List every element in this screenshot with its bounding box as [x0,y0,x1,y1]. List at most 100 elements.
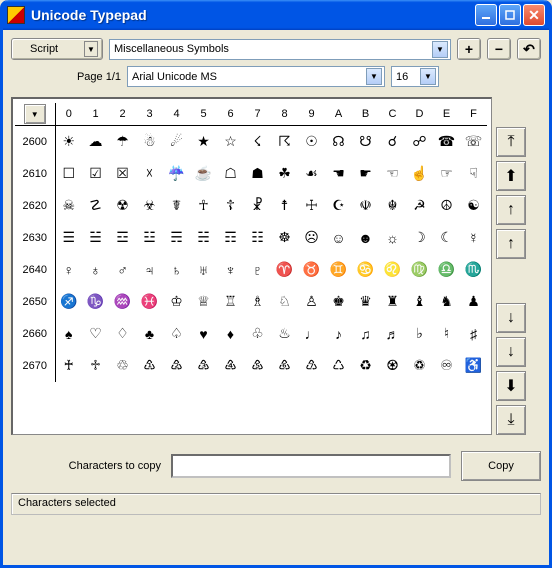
char-cell[interactable]: ♕ [190,286,217,318]
char-cell[interactable]: ♻ [352,350,379,382]
char-cell[interactable]: ♊ [325,254,352,286]
char-cell[interactable]: ☎ [433,126,460,158]
zoom-out-button[interactable]: − [487,38,511,60]
char-cell[interactable]: ☉ [298,126,325,158]
char-cell[interactable]: ☠ [55,190,82,222]
char-cell[interactable]: ♸ [271,350,298,382]
char-cell[interactable]: ★ [190,126,217,158]
char-cell[interactable]: ☤ [163,190,190,222]
char-cell[interactable]: ☀ [55,126,82,158]
char-cell[interactable]: ♦ [217,318,244,350]
char-cell[interactable]: ♯ [460,318,487,350]
char-cell[interactable]: ♰ [55,350,82,382]
nav-block-up[interactable]: ⬆ [496,161,526,191]
char-cell[interactable]: ♍ [406,254,433,286]
char-cell[interactable]: ☰ [55,222,82,254]
char-cell[interactable]: ♖ [217,286,244,318]
maximize-button[interactable] [499,4,521,26]
char-cell[interactable]: ☜ [379,158,406,190]
char-cell[interactable]: ☳ [136,222,163,254]
char-cell[interactable]: ♄ [163,254,190,286]
char-cell[interactable]: ♓ [136,286,163,318]
char-cell[interactable]: ♜ [379,286,406,318]
char-cell[interactable]: ♽ [406,350,433,382]
fontsize-combo[interactable]: 16 ▼ [391,66,439,87]
char-cell[interactable]: ♟ [460,286,487,318]
char-cell[interactable]: ♘ [271,286,298,318]
char-cell[interactable]: ♑ [82,286,109,318]
char-cell[interactable]: ♳ [136,350,163,382]
char-cell[interactable]: ♉ [298,254,325,286]
font-combo[interactable]: Arial Unicode MS ▼ [127,66,385,87]
char-cell[interactable]: ♞ [433,286,460,318]
char-cell[interactable]: ♙ [298,286,325,318]
char-cell[interactable]: ♂ [109,254,136,286]
char-cell[interactable]: ☈ [271,126,298,158]
char-cell[interactable]: ☆ [217,126,244,158]
char-cell[interactable]: ☧ [244,190,271,222]
char-cell[interactable]: ☥ [190,190,217,222]
char-cell[interactable]: ♈ [271,254,298,286]
char-cell[interactable]: ♀ [55,254,82,286]
char-cell[interactable]: ♾ [433,350,460,382]
char-cell[interactable]: ☿ [460,222,487,254]
char-cell[interactable]: ☶ [217,222,244,254]
char-cell[interactable]: ♲ [109,350,136,382]
nav-page-top[interactable]: ⤒ [496,127,526,157]
char-cell[interactable]: ☝ [406,158,433,190]
char-cell[interactable]: ☷ [244,222,271,254]
script-dropdown[interactable]: Script ▼ [11,38,103,60]
char-cell[interactable]: ♎ [433,254,460,286]
char-cell[interactable]: ♌ [379,254,406,286]
char-cell[interactable]: ☂ [109,126,136,158]
minimize-button[interactable] [475,4,497,26]
nav-line-down-2[interactable]: ↓ [496,337,526,367]
char-cell[interactable]: ☄ [163,126,190,158]
char-cell[interactable]: ♆ [217,254,244,286]
nav-page-bottom[interactable]: ⤓ [496,405,526,435]
char-cell[interactable]: ☕ [190,158,217,190]
char-cell[interactable]: ♪ [325,318,352,350]
nav-block-down[interactable]: ⬇ [496,371,526,401]
char-cell[interactable]: ☺ [325,222,352,254]
char-cell[interactable]: ☼ [379,222,406,254]
copy-button[interactable]: Copy [461,451,541,481]
char-cell[interactable]: ☹ [298,222,325,254]
char-cell[interactable]: ♧ [244,318,271,350]
char-cell[interactable]: ☗ [244,158,271,190]
char-cell[interactable]: ☓ [136,158,163,190]
char-cell[interactable]: ☾ [433,222,460,254]
char-cell[interactable]: ♬ [379,318,406,350]
char-cell[interactable]: ☨ [271,190,298,222]
char-cell[interactable]: ♮ [433,318,460,350]
char-cell[interactable]: ☍ [406,126,433,158]
char-cell[interactable]: ☖ [217,158,244,190]
char-cell[interactable]: ♠ [55,318,82,350]
char-cell[interactable]: ☒ [109,158,136,190]
char-cell[interactable]: ☌ [379,126,406,158]
char-cell[interactable]: ♃ [136,254,163,286]
char-cell[interactable]: ♁ [82,254,109,286]
char-cell[interactable]: ☮ [433,190,460,222]
nav-line-up-2[interactable]: ↑ [496,229,526,259]
char-cell[interactable]: ☡ [82,190,109,222]
char-cell[interactable]: ☁ [82,126,109,158]
char-cell[interactable]: ♒ [109,286,136,318]
undo-button[interactable]: ↶ [517,38,541,60]
zoom-in-button[interactable]: + [457,38,481,60]
char-cell[interactable]: ☑ [82,158,109,190]
char-cell[interactable]: ☬ [379,190,406,222]
char-cell[interactable]: ♐ [55,286,82,318]
grid-menu-button[interactable]: ▼ [24,104,46,124]
char-cell[interactable]: ♱ [82,350,109,382]
char-cell[interactable]: ☟ [460,158,487,190]
char-cell[interactable]: ☢ [109,190,136,222]
char-cell[interactable]: ♅ [190,254,217,286]
char-cell[interactable]: ♹ [298,350,325,382]
char-cell[interactable]: ☲ [109,222,136,254]
char-cell[interactable]: ☸ [271,222,298,254]
char-cell[interactable]: ☞ [433,158,460,190]
char-cell[interactable]: ♩ [298,318,325,350]
char-cell[interactable]: ♫ [352,318,379,350]
titlebar[interactable]: Unicode Typepad ✕ [3,0,549,30]
